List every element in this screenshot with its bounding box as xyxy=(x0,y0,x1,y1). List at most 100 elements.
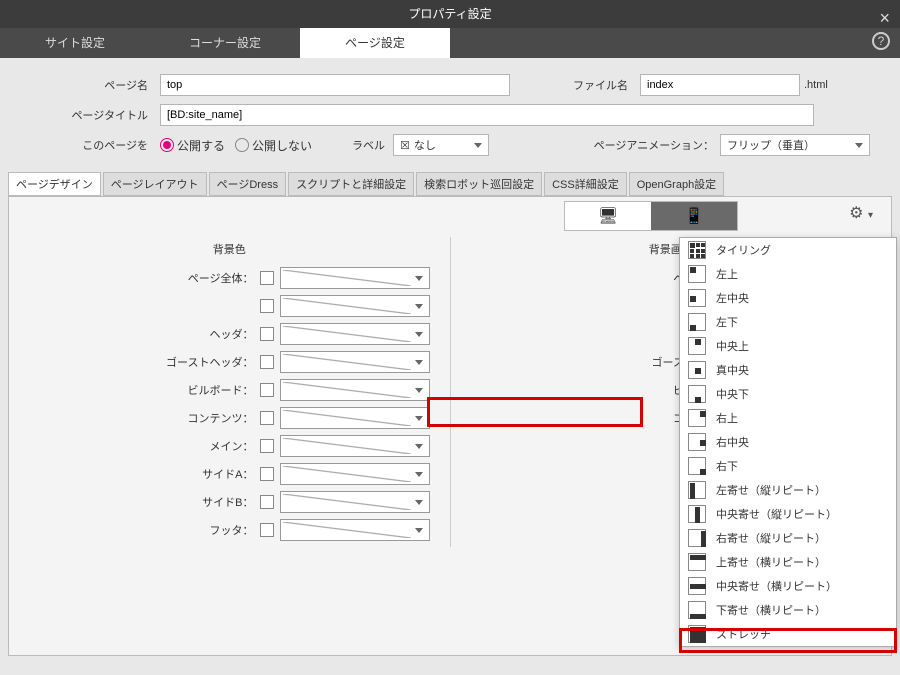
tile-pattern-icon xyxy=(688,241,706,259)
menu-label: 中央上 xyxy=(716,338,749,354)
label-page-name: ページ名 xyxy=(30,77,160,93)
color-dropdown[interactable] xyxy=(280,379,430,401)
row-label: サイドB： xyxy=(164,494,254,510)
checkbox[interactable] xyxy=(260,271,274,285)
menu-item[interactable]: 中央上 xyxy=(680,334,896,358)
color-dropdown[interactable] xyxy=(280,491,430,513)
tab-site[interactable]: サイト設定 xyxy=(0,28,150,58)
menu-item[interactable]: 上寄せ（横リピート） xyxy=(680,550,896,574)
subtab-og[interactable]: OpenGraph設定 xyxy=(629,172,724,196)
menu-label: 右寄せ（縦リピート） xyxy=(716,530,826,546)
color-dropdown[interactable] xyxy=(280,463,430,485)
menu-item[interactable]: 左上 xyxy=(680,262,896,286)
menu-label: 左寄せ（縦リピート） xyxy=(716,482,826,498)
subtab-script[interactable]: スクリプトと詳細設定 xyxy=(288,172,414,196)
row-label: ヘッダ： xyxy=(164,326,254,342)
design-panel: ⚙ ▾ 🖥 📱 背景色 ページ全体：ヘッダ：ゴーストヘッダ：ビルボード：コンテン… xyxy=(8,196,892,656)
menu-item[interactable]: 右寄せ（縦リピート） xyxy=(680,526,896,550)
menu-item[interactable]: タイリング xyxy=(680,238,896,262)
close-icon[interactable]: × xyxy=(879,4,890,32)
subtab-dress[interactable]: ページDress xyxy=(209,172,287,196)
device-pc[interactable]: 🖥 xyxy=(565,202,651,230)
gear-icon[interactable]: ⚙ ▾ xyxy=(849,203,873,223)
tile-pattern-icon xyxy=(688,481,706,499)
color-dropdown[interactable] xyxy=(280,435,430,457)
dialog-title: プロパティ設定 xyxy=(408,7,491,21)
radio-nopublish[interactable]: 公開しない xyxy=(235,137,312,154)
tab-page[interactable]: ページ設定 xyxy=(300,28,450,58)
tile-pattern-icon xyxy=(688,337,706,355)
main-tabs: サイト設定 コーナー設定 ページ設定 xyxy=(0,28,900,58)
row-label: ページ全体： xyxy=(164,270,254,286)
color-dropdown[interactable] xyxy=(280,351,430,373)
color-dropdown[interactable] xyxy=(280,323,430,345)
color-dropdown[interactable] xyxy=(280,295,430,317)
col-bgcolor: 背景色 ページ全体：ヘッダ：ゴーストヘッダ：ビルボード：コンテンツ：メイン：サイ… xyxy=(9,237,450,547)
checkbox[interactable] xyxy=(260,299,274,313)
subtab-robot[interactable]: 検索ロボット巡回設定 xyxy=(416,172,542,196)
checkbox[interactable] xyxy=(260,439,274,453)
menu-item[interactable]: 真中央 xyxy=(680,358,896,382)
checkbox[interactable] xyxy=(260,383,274,397)
menu-label: 中央寄せ（横リピート） xyxy=(716,578,837,594)
input-page-name[interactable] xyxy=(160,74,510,96)
menu-label: 下寄せ（横リピート） xyxy=(716,602,826,618)
device-tabs: 🖥 📱 xyxy=(564,201,738,231)
tile-pattern-icon xyxy=(688,433,706,451)
menu-label: ストレッチ xyxy=(716,626,771,642)
menu-item[interactable]: 中央寄せ（横リピート） xyxy=(680,574,896,598)
menu-item[interactable]: 左寄せ（縦リピート） xyxy=(680,478,896,502)
checkbox[interactable] xyxy=(260,523,274,537)
checkbox[interactable] xyxy=(260,327,274,341)
row-label: ゴーストヘッダ： xyxy=(164,354,254,370)
row-label: フッタ： xyxy=(164,522,254,538)
input-page-title[interactable] xyxy=(160,104,814,126)
menu-item[interactable]: 左中央 xyxy=(680,286,896,310)
menu-item[interactable]: 右中央 xyxy=(680,430,896,454)
menu-item[interactable]: 下寄せ（横リピート） xyxy=(680,598,896,622)
help-icon[interactable]: ? xyxy=(872,32,890,50)
color-dropdown[interactable] xyxy=(280,407,430,429)
tab-corner[interactable]: コーナー設定 xyxy=(150,28,300,58)
color-dropdown[interactable] xyxy=(280,267,430,289)
tile-pattern-icon xyxy=(688,313,706,331)
row-label: メイン： xyxy=(164,438,254,454)
checkbox[interactable] xyxy=(260,411,274,425)
tile-pattern-icon xyxy=(688,505,706,523)
tile-pattern-icon xyxy=(688,457,706,475)
menu-label: 左下 xyxy=(716,314,738,330)
menu-item[interactable]: 中央下 xyxy=(680,382,896,406)
menu-label: 中央下 xyxy=(716,386,749,402)
menu-item[interactable]: 右下 xyxy=(680,454,896,478)
tile-menu: タイリング左上左中央左下中央上真中央中央下右上右中央右下左寄せ（縦リピート） 中央… xyxy=(679,237,897,647)
menu-label: タイリング xyxy=(716,242,771,258)
menu-label: 上寄せ（横リピート） xyxy=(716,554,826,570)
menu-item[interactable]: ストレッチ xyxy=(680,622,896,646)
menu-label: 左上 xyxy=(716,266,738,282)
select-label[interactable]: ☒なし xyxy=(393,134,489,156)
tile-pattern-icon xyxy=(688,361,706,379)
file-ext: .html xyxy=(800,79,828,91)
subtab-design[interactable]: ページデザイン xyxy=(8,172,101,196)
select-anim[interactable]: フリップ（垂直） xyxy=(720,134,870,156)
checkbox[interactable] xyxy=(260,495,274,509)
row-label: ビルボード： xyxy=(164,382,254,398)
tile-pattern-icon xyxy=(688,385,706,403)
device-mobile[interactable]: 📱 xyxy=(651,202,737,230)
radio-publish[interactable]: 公開する xyxy=(160,137,225,154)
input-file-name[interactable] xyxy=(640,74,800,96)
checkbox[interactable] xyxy=(260,355,274,369)
checkbox[interactable] xyxy=(260,467,274,481)
subtab-css[interactable]: CSS詳細設定 xyxy=(544,172,627,196)
menu-item[interactable]: 左下 xyxy=(680,310,896,334)
menu-item[interactable]: 右上 xyxy=(680,406,896,430)
label-page-title: ページタイトル xyxy=(30,107,160,123)
menu-label: 中央寄せ（縦リピート） xyxy=(716,506,837,522)
menu-item[interactable]: 中央寄せ（縦リピート） xyxy=(680,502,896,526)
color-dropdown[interactable] xyxy=(280,519,430,541)
tile-pattern-icon xyxy=(688,289,706,307)
tile-pattern-icon xyxy=(688,409,706,427)
subtab-layout[interactable]: ページレイアウト xyxy=(103,172,207,196)
tile-pattern-icon xyxy=(688,601,706,619)
menu-label: 真中央 xyxy=(716,362,749,378)
